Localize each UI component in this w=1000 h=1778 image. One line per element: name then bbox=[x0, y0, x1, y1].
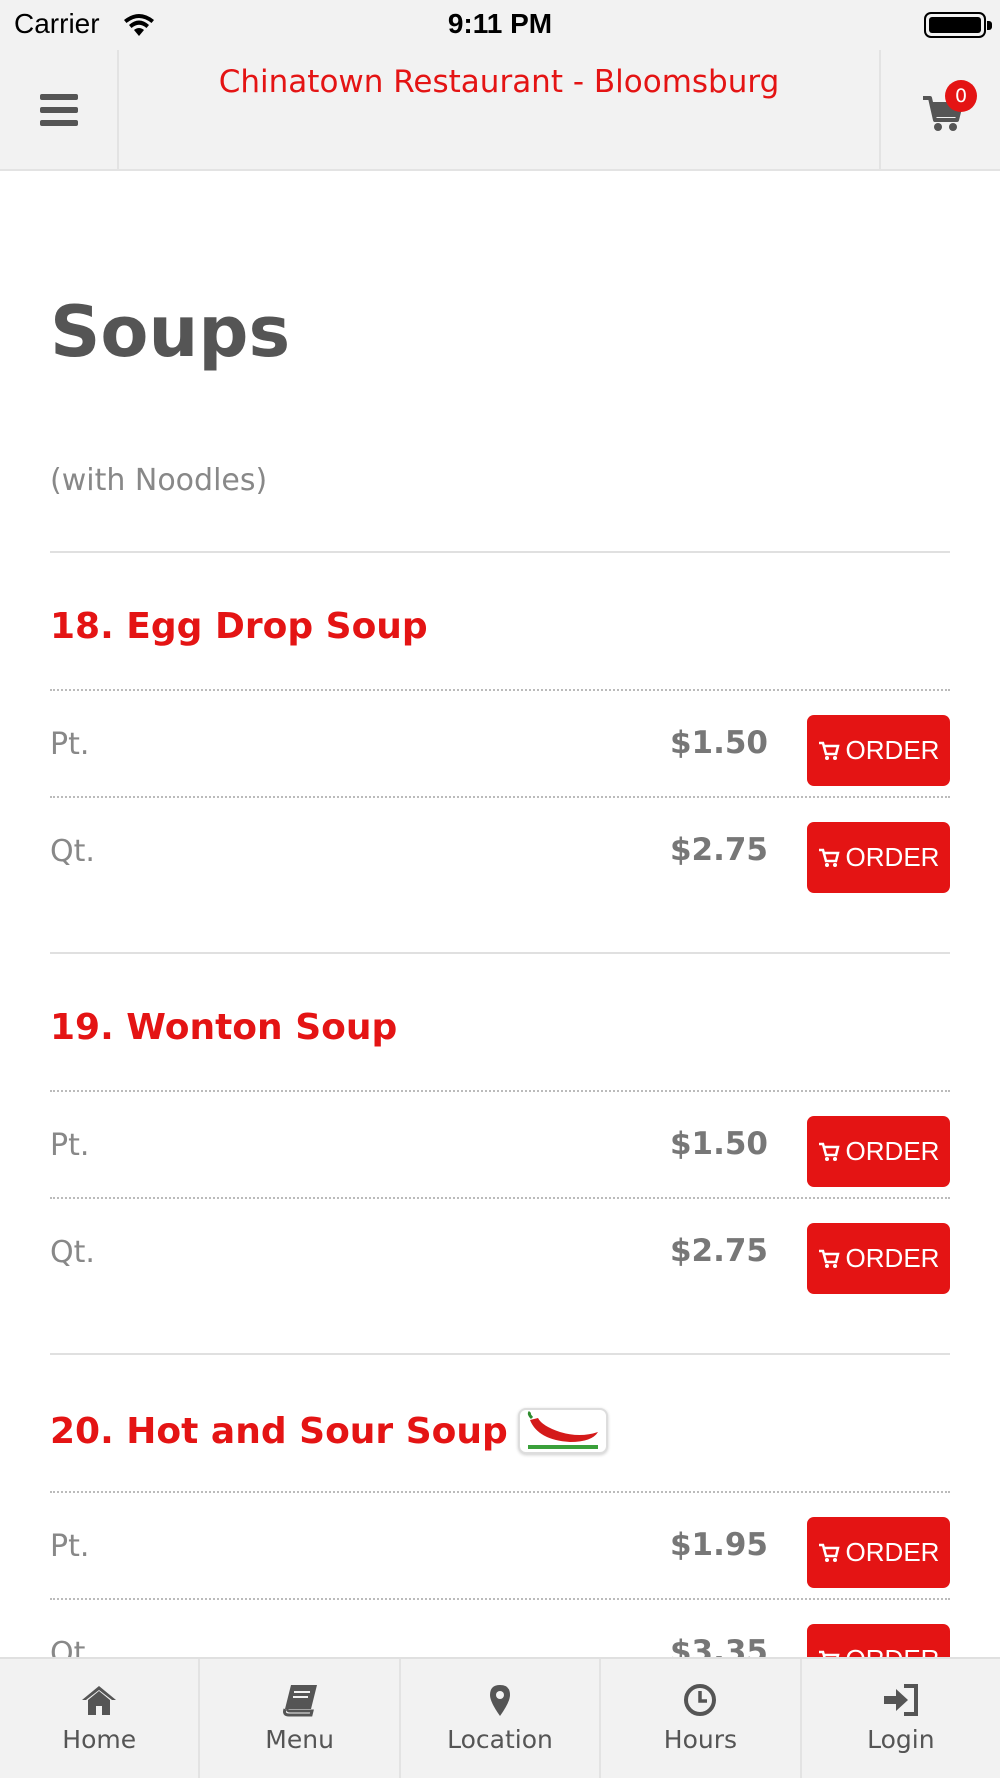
cart-icon bbox=[818, 741, 840, 760]
section-title: Soups bbox=[50, 291, 291, 373]
price: $1.50 bbox=[669, 1126, 768, 1162]
size-label: Pt. bbox=[50, 1128, 90, 1163]
book-icon bbox=[282, 1685, 317, 1717]
size-label: Qt. bbox=[50, 834, 95, 869]
tab-label: Hours bbox=[663, 1725, 738, 1754]
order-button[interactable]: ORDER bbox=[807, 1223, 950, 1294]
hamburger-icon bbox=[39, 93, 78, 126]
order-button[interactable]: ORDER bbox=[807, 1116, 950, 1187]
item-name: 18. Egg Drop Soup bbox=[50, 606, 428, 647]
order-button[interactable]: ORDER bbox=[807, 822, 950, 893]
home-icon bbox=[82, 1686, 117, 1715]
status-bar: Carrier 9:11 PM bbox=[0, 0, 1000, 50]
order-label: ORDER bbox=[845, 1537, 940, 1567]
cart-button[interactable]: 0 bbox=[879, 50, 1000, 169]
menu-content: Soups (with Noodles) 18. Egg Drop Soup P… bbox=[0, 171, 1000, 1657]
price: $1.50 bbox=[669, 725, 768, 761]
order-label: ORDER bbox=[845, 1136, 940, 1166]
size-label: Qt. bbox=[50, 1636, 95, 1657]
divider bbox=[50, 952, 950, 954]
size-label: Pt. bbox=[50, 1529, 90, 1564]
tab-login[interactable]: Login bbox=[802, 1659, 1000, 1778]
cart-icon bbox=[818, 1142, 840, 1161]
size-label: Qt. bbox=[50, 1235, 95, 1270]
item-name: 19. Wonton Soup bbox=[50, 1007, 398, 1048]
price-row: Qt. $2.75 ORDER bbox=[50, 1197, 950, 1304]
divider bbox=[50, 551, 950, 553]
bottom-tab-bar: Home Menu Location Hours Login bbox=[0, 1657, 1000, 1778]
cart-icon bbox=[818, 848, 840, 867]
price-row: Qt. $2.75 ORDER bbox=[50, 796, 950, 903]
item-name: 20. Hot and Sour Soup bbox=[50, 1408, 608, 1454]
order-label: ORDER bbox=[845, 1243, 940, 1273]
cart-icon bbox=[818, 1543, 840, 1562]
order-button[interactable]: ORDER bbox=[807, 1517, 950, 1588]
tab-menu[interactable]: Menu bbox=[200, 1659, 401, 1778]
status-time: 9:11 PM bbox=[447, 8, 553, 39]
price-row: Pt. $1.50 ORDER bbox=[50, 689, 950, 796]
tab-hours[interactable]: Hours bbox=[601, 1659, 802, 1778]
spicy-pepper-icon bbox=[517, 1408, 608, 1454]
order-button[interactable]: ORDER bbox=[807, 715, 950, 786]
cart-icon bbox=[818, 1650, 840, 1657]
tab-label: Menu bbox=[265, 1725, 334, 1754]
price: $1.95 bbox=[669, 1527, 768, 1563]
section-description: (with Noodles) bbox=[50, 463, 268, 498]
price-row: Pt. $1.50 ORDER bbox=[50, 1090, 950, 1197]
cart-count-badge: 0 bbox=[945, 80, 977, 112]
menu-button[interactable] bbox=[0, 50, 119, 169]
tab-label: Location bbox=[447, 1725, 553, 1754]
tab-location[interactable]: Location bbox=[401, 1659, 602, 1778]
battery-icon bbox=[924, 12, 992, 38]
price: $3.35 bbox=[669, 1634, 768, 1657]
order-button[interactable]: ORDER bbox=[807, 1624, 950, 1657]
order-label: ORDER bbox=[845, 842, 940, 872]
price-row: Qt. $3.35 ORDER bbox=[50, 1598, 950, 1657]
tab-label: Home bbox=[62, 1725, 137, 1754]
tab-home[interactable]: Home bbox=[0, 1659, 201, 1778]
price: $2.75 bbox=[669, 1233, 768, 1269]
order-label: ORDER bbox=[846, 1644, 940, 1657]
divider bbox=[50, 1353, 950, 1355]
price: $2.75 bbox=[669, 832, 768, 868]
location-pin-icon bbox=[490, 1685, 511, 1716]
tab-label: Login bbox=[867, 1725, 935, 1754]
price-row: Pt. $1.95 ORDER bbox=[50, 1491, 950, 1598]
clock-icon bbox=[684, 1684, 717, 1716]
order-label: ORDER bbox=[845, 735, 940, 765]
app-header: Chinatown Restaurant - Bloomsburg 0 bbox=[0, 50, 1000, 171]
size-label: Pt. bbox=[50, 727, 90, 762]
login-icon bbox=[883, 1684, 918, 1716]
cart-icon bbox=[818, 1249, 840, 1268]
restaurant-title: Chinatown Restaurant - Bloomsburg bbox=[218, 64, 780, 100]
